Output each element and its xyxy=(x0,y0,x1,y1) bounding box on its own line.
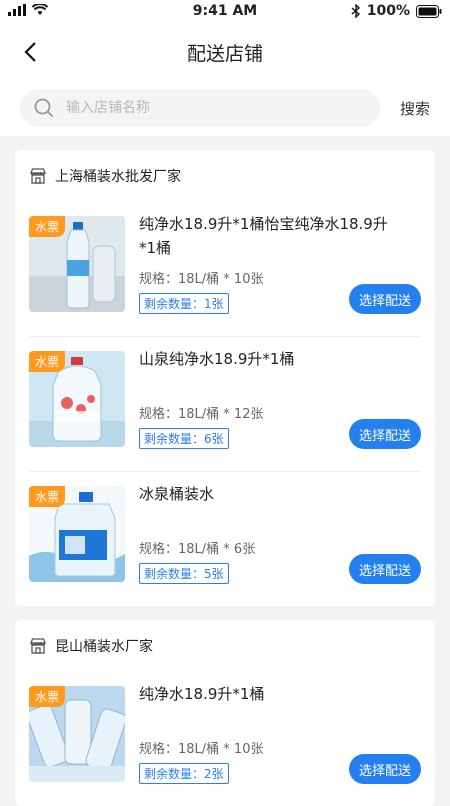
select-delivery-button[interactable]: 选择配送 xyxy=(348,554,421,584)
product-spec: 规格：18L/桶 * 12张 xyxy=(139,407,264,422)
shop-list: 上海桶装水批发厂家 水票 纯净水18.9升*1桶怡宝纯净水18.9升*1桶 规格… xyxy=(0,136,450,806)
remaining-count: 剩余数量：1张 xyxy=(139,293,229,314)
water-ticket-tag: 水票 xyxy=(29,686,66,707)
product-info: 纯净水18.9升*1桶 规格：18L/桶 * 10张 剩余数量：2张 选择配送 xyxy=(139,685,421,792)
select-delivery-button[interactable]: 选择配送 xyxy=(348,419,421,449)
product-name: 山泉纯净水18.9升*1桶 xyxy=(139,350,295,368)
product-item: 水票 山泉纯净水18.9升*1桶 规格：18L/桶 * 12张 剩余数量：6张 … xyxy=(29,337,421,472)
battery-icon xyxy=(416,4,442,18)
remaining-count: 剩余数量：6张 xyxy=(139,428,229,449)
search-button[interactable]: 搜索 xyxy=(400,98,430,119)
water-ticket-tag: 水票 xyxy=(29,351,66,372)
search-box[interactable] xyxy=(20,89,380,127)
back-arrow-icon[interactable] xyxy=(18,38,46,66)
product-item: 水票 纯净水18.9升*1桶怡宝纯净水18.9升*1桶 规格：18L/桶 * 1… xyxy=(29,202,421,337)
shop-name: 昆山桶装水厂家 xyxy=(55,639,153,655)
select-delivery-button[interactable]: 选择配送 xyxy=(348,284,421,314)
shop-header: 昆山桶装水厂家 xyxy=(29,620,421,672)
battery-text: 100% xyxy=(366,3,410,19)
product-item: 水票 冰泉桶装水 规格：18L/桶 * 6张 剩余数量：5张 选择配送 xyxy=(29,472,421,606)
product-info: 纯净水18.9升*1桶怡宝纯净水18.9升*1桶 规格：18L/桶 * 10张 … xyxy=(139,215,421,322)
product-name: 纯净水18.9升*1桶怡宝纯净水18.9升*1桶 xyxy=(139,215,388,257)
product-image: 水票 xyxy=(29,351,125,447)
bluetooth-icon xyxy=(351,4,360,18)
remaining-count: 剩余数量：2张 xyxy=(139,763,229,784)
product-spec: 规格：18L/桶 * 10张 xyxy=(139,272,264,287)
product-image: 水票 xyxy=(29,486,125,582)
water-ticket-tag: 水票 xyxy=(29,486,66,507)
status-right: 100% xyxy=(351,3,442,19)
top-area: 9:41 AM 100% 配送店铺 搜索 xyxy=(0,0,450,136)
nav-bar: 配送店铺 xyxy=(0,24,450,80)
page-title: 配送店铺 xyxy=(186,42,263,65)
remaining-count: 剩余数量：5张 xyxy=(139,563,229,584)
product-spec: 规格：18L/桶 * 10张 xyxy=(139,742,264,757)
product-image: 水票 xyxy=(29,686,125,782)
status-bar: 9:41 AM 100% xyxy=(0,0,450,24)
product-info: 冰泉桶装水 规格：18L/桶 * 6张 剩余数量：5张 选择配送 xyxy=(139,485,421,592)
product-name: 纯净水18.9升*1桶 xyxy=(139,685,265,703)
search-icon xyxy=(34,98,54,118)
product-image: 水票 xyxy=(29,216,125,312)
product-name: 冰泉桶装水 xyxy=(139,485,215,503)
product-item: 水票 纯净水18.9升*1桶 规格：18L/桶 * 10张 剩余数量：2张 选择… xyxy=(29,672,421,806)
store-icon xyxy=(30,638,46,654)
water-ticket-tag: 水票 xyxy=(29,216,66,237)
store-icon xyxy=(30,168,46,184)
shop-card: 昆山桶装水厂家 水票 纯净水18.9升*1桶 规格：18L/桶 * 10张 剩余… xyxy=(15,620,435,806)
search-row: 搜索 xyxy=(0,80,450,136)
product-spec: 规格：18L/桶 * 6张 xyxy=(139,542,256,557)
shop-header: 上海桶装水批发厂家 xyxy=(29,150,421,202)
shop-name: 上海桶装水批发厂家 xyxy=(55,169,181,185)
search-input[interactable] xyxy=(64,99,366,117)
shop-card: 上海桶装水批发厂家 水票 纯净水18.9升*1桶怡宝纯净水18.9升*1桶 规格… xyxy=(15,150,435,606)
select-delivery-button[interactable]: 选择配送 xyxy=(348,754,421,784)
product-info: 山泉纯净水18.9升*1桶 规格：18L/桶 * 12张 剩余数量：6张 选择配… xyxy=(139,350,421,457)
